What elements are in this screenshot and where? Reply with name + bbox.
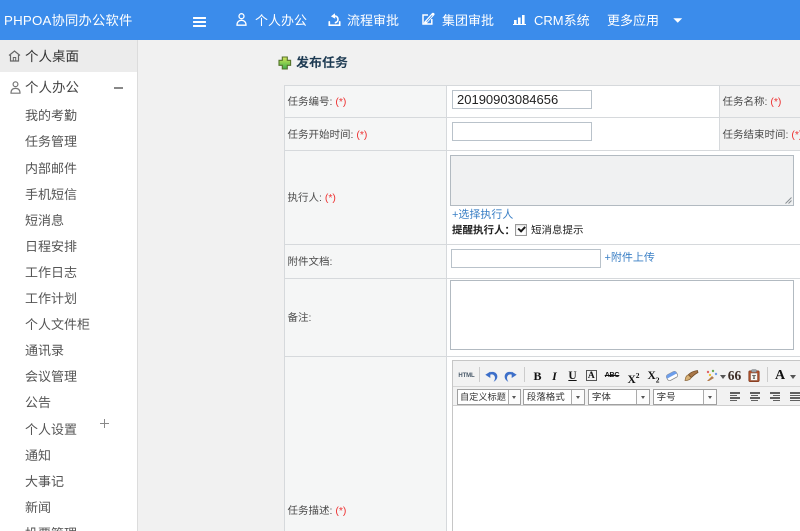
svg-text:T: T bbox=[751, 375, 755, 381]
